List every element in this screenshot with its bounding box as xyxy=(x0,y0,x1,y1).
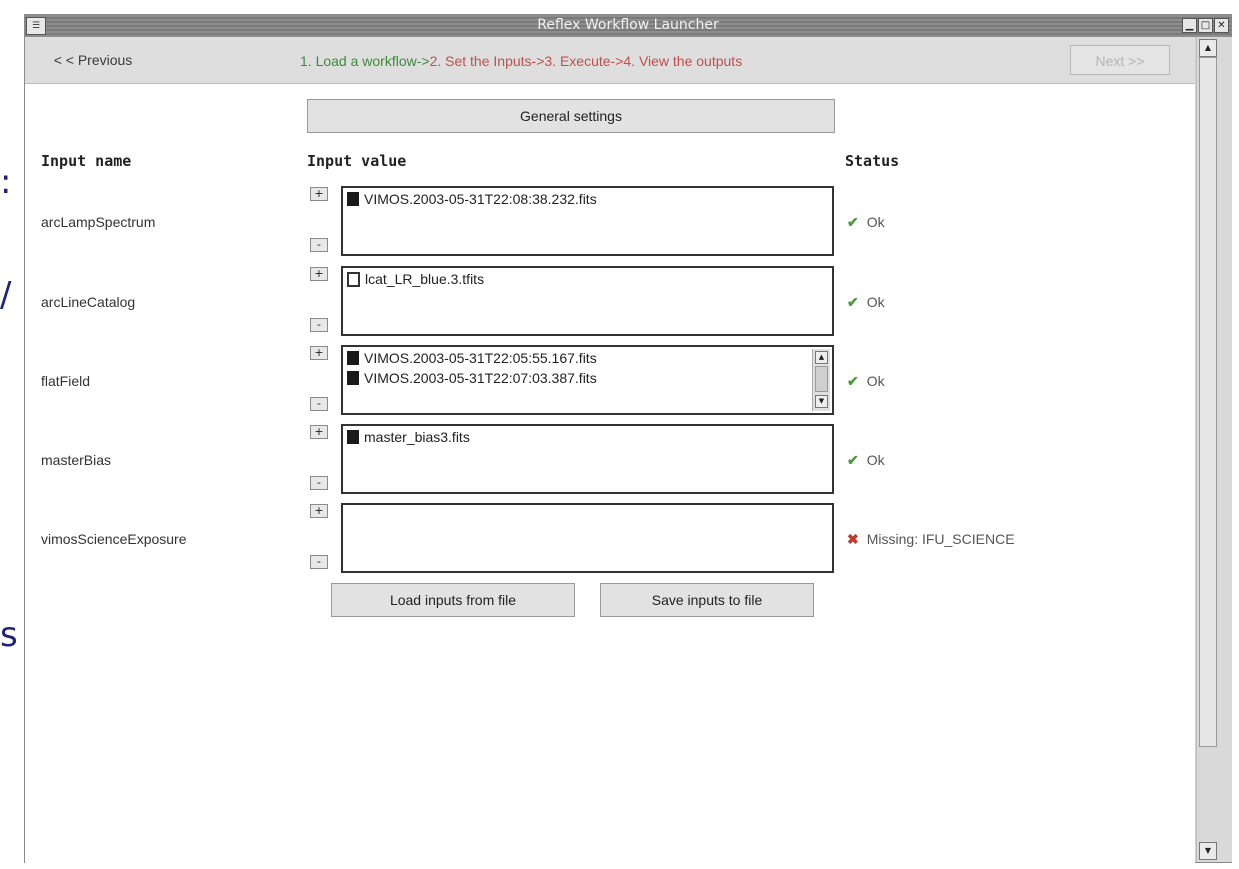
load-inputs-button[interactable]: Load inputs from file xyxy=(331,583,575,617)
remove-file-button[interactable]: - xyxy=(310,476,328,490)
previous-button[interactable]: < < Previous xyxy=(33,45,153,75)
checkmark-icon: ✔ xyxy=(847,294,859,310)
remove-file-button[interactable]: - xyxy=(310,318,328,332)
wizard-nav: < < Previous 1. Load a workflow->2. Set … xyxy=(25,37,1195,83)
step-view-outputs: 4. View the outputs xyxy=(623,53,743,69)
input-value-list[interactable]: VIMOS.2003-05-31T22:08:38.232.fits xyxy=(341,186,834,256)
slide-text-fragment: s xyxy=(0,615,18,655)
fits-file-icon xyxy=(347,371,359,386)
title-bar[interactable]: ☰ Reflex Workflow Launcher ▁ □ ✕ xyxy=(25,15,1231,37)
next-button[interactable]: Next >> xyxy=(1070,45,1170,75)
wizard-steps: 1. Load a workflow->2. Set the Inputs->3… xyxy=(300,53,742,69)
scroll-up-icon[interactable]: ▲ xyxy=(815,351,828,364)
file-entry[interactable]: VIMOS.2003-05-31T22:07:03.387.fits xyxy=(347,369,597,387)
file-entry[interactable]: VIMOS.2003-05-31T22:08:38.232.fits xyxy=(347,190,597,208)
status-vimosscienceexposure: ✖ Missing: IFU_SCIENCE xyxy=(847,531,1015,547)
document-file-icon xyxy=(347,271,360,287)
minimize-icon[interactable]: ▁ xyxy=(1182,18,1197,33)
file-entry[interactable]: lcat_LR_blue.3.tfits xyxy=(347,270,484,288)
status-flatfield: ✔ Ok xyxy=(847,373,885,389)
error-icon: ✖ xyxy=(847,531,859,547)
status-header: Status xyxy=(845,152,900,170)
step-load-workflow: 1. Load a workflow-> xyxy=(300,53,430,69)
add-file-button[interactable]: + xyxy=(310,504,328,518)
checkmark-icon: ✔ xyxy=(847,452,859,468)
remove-file-button[interactable]: - xyxy=(310,238,328,252)
input-name-vimosscienceexposure: vimosScienceExposure xyxy=(41,531,187,547)
list-scrollbar[interactable]: ▲ ▼ xyxy=(812,349,830,411)
status-arclinecatalog: ✔ Ok xyxy=(847,294,885,310)
scrollbar-thumb[interactable] xyxy=(815,366,828,392)
file-entry[interactable]: VIMOS.2003-05-31T22:05:55.167.fits xyxy=(347,349,597,367)
slide-text-fragment: : xyxy=(0,162,12,202)
file-entry[interactable]: master_bias3.fits xyxy=(347,428,470,446)
slide-text-fragment: / xyxy=(0,275,12,315)
launcher-window: ☰ Reflex Workflow Launcher ▁ □ ✕ < < Pre… xyxy=(24,14,1232,863)
scroll-down-icon[interactable]: ▼ xyxy=(815,395,828,408)
fits-file-icon xyxy=(347,430,359,445)
checkmark-icon: ✔ xyxy=(847,214,859,230)
scroll-up-icon[interactable]: ▲ xyxy=(1199,39,1217,57)
input-value-header: Input value xyxy=(307,152,407,170)
input-value-list[interactable]: lcat_LR_blue.3.tfits xyxy=(341,266,834,336)
remove-file-button[interactable]: - xyxy=(310,555,328,569)
remove-file-button[interactable]: - xyxy=(310,397,328,411)
input-name-arclinecatalog: arcLineCatalog xyxy=(41,294,136,310)
status-arclampspectrum: ✔ Ok xyxy=(847,214,885,230)
fits-file-icon xyxy=(347,192,359,207)
fits-file-icon xyxy=(347,351,359,366)
add-file-button[interactable]: + xyxy=(310,425,328,439)
maximize-icon[interactable]: □ xyxy=(1198,18,1213,33)
window-scrollbar[interactable]: ▲ ▼ xyxy=(1196,37,1232,862)
inputs-panel: General settings Input name Input value … xyxy=(25,83,1195,863)
input-name-flatfield: flatField xyxy=(41,373,91,389)
scrollbar-thumb[interactable] xyxy=(1199,57,1217,747)
window-title: Reflex Workflow Launcher xyxy=(537,17,719,33)
close-icon[interactable]: ✕ xyxy=(1214,18,1229,33)
input-value-list[interactable]: VIMOS.2003-05-31T22:05:55.167.fits VIMOS… xyxy=(341,345,834,415)
scroll-down-icon[interactable]: ▼ xyxy=(1199,842,1217,860)
add-file-button[interactable]: + xyxy=(310,346,328,360)
checkmark-icon: ✔ xyxy=(847,373,859,389)
general-settings-button[interactable]: General settings xyxy=(307,99,835,133)
input-name-header: Input name xyxy=(41,152,132,170)
step-execute: 3. Execute-> xyxy=(544,53,624,69)
input-name-masterbias: masterBias xyxy=(41,452,112,468)
add-file-button[interactable]: + xyxy=(310,187,328,201)
step-set-inputs: 2. Set the Inputs-> xyxy=(429,53,545,69)
save-inputs-button[interactable]: Save inputs to file xyxy=(600,583,814,617)
status-masterbias: ✔ Ok xyxy=(847,452,885,468)
input-value-list[interactable]: master_bias3.fits xyxy=(341,424,834,494)
input-value-list[interactable] xyxy=(341,503,834,573)
add-file-button[interactable]: + xyxy=(310,267,328,281)
input-name-arclampspectrum: arcLampSpectrum xyxy=(41,214,156,230)
